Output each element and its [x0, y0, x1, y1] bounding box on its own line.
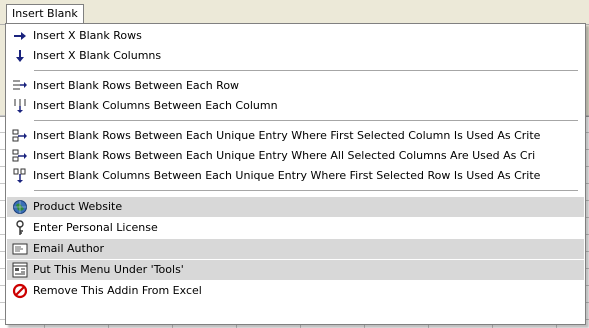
insert-rows-icon: [12, 78, 28, 94]
menu-item-label: Email Author: [33, 242, 105, 255]
menu-item-insert-columns-unique-first-row[interactable]: Insert Blank Columns Between Each Unique…: [7, 166, 584, 186]
menu-item-email-author[interactable]: Email Author: [7, 239, 584, 259]
menu-item-label: Put This Menu Under 'Tools': [33, 263, 184, 276]
menu-item-label: Remove This Addin From Excel: [33, 284, 202, 297]
insert-rows-unique-icon: [12, 128, 28, 144]
menu-item-product-website[interactable]: Product Website: [7, 197, 584, 217]
insert-columns-unique-icon: [12, 168, 28, 184]
menu-separator: [34, 120, 578, 121]
menu-separator: [34, 190, 578, 191]
menu-item-label: Insert Blank Rows Between Each Unique En…: [33, 129, 541, 142]
menu-item-insert-rows-unique-all-columns[interactable]: Insert Blank Rows Between Each Unique En…: [7, 146, 584, 166]
menu-item-insert-x-blank-columns[interactable]: Insert X Blank Columns: [7, 46, 584, 66]
menu-item-label: Enter Personal License: [33, 221, 158, 234]
menu-bar: Insert Blank: [0, 0, 589, 25]
insert-rows-all-icon: [12, 148, 28, 164]
remove-icon: [12, 283, 28, 299]
menu-item-label: Insert X Blank Columns: [33, 49, 162, 62]
email-icon: [12, 241, 28, 257]
menu-item-label: Insert Blank Rows Between Each Unique En…: [33, 149, 536, 162]
menu-item-put-menu-under-tools[interactable]: Put This Menu Under 'Tools': [7, 260, 584, 280]
menu-item-label: Product Website: [33, 200, 123, 213]
menu-separator: [34, 70, 578, 71]
arrow-down-icon: [12, 48, 28, 64]
insert-blank-menu-title[interactable]: Insert Blank: [6, 4, 84, 23]
insert-columns-icon: [12, 98, 28, 114]
menu-item-insert-rows-unique-first-column[interactable]: Insert Blank Rows Between Each Unique En…: [7, 126, 584, 146]
menu-tools-icon: [12, 262, 28, 278]
menu-item-label: Insert Blank Rows Between Each Row: [33, 79, 240, 92]
arrow-right-icon: [12, 28, 28, 44]
menu-item-remove-addin[interactable]: Remove This Addin From Excel: [7, 281, 584, 301]
menu-item-enter-personal-license[interactable]: Enter Personal License: [7, 218, 584, 238]
menu-item-label: Insert X Blank Rows: [33, 29, 142, 42]
menu-item-label: Insert Blank Columns Between Each Unique…: [33, 169, 541, 182]
menu-item-insert-rows-between-each-row[interactable]: Insert Blank Rows Between Each Row: [7, 76, 584, 96]
key-icon: [12, 220, 28, 236]
menu-item-label: Insert Blank Columns Between Each Column: [33, 99, 278, 112]
menu-item-insert-x-blank-rows[interactable]: Insert X Blank Rows: [7, 26, 584, 46]
menu-item-insert-columns-between-each-column[interactable]: Insert Blank Columns Between Each Column: [7, 96, 584, 116]
globe-icon: [12, 199, 28, 215]
insert-blank-dropdown-menu: Insert X Blank Rows Insert X Blank Colum…: [5, 23, 586, 325]
